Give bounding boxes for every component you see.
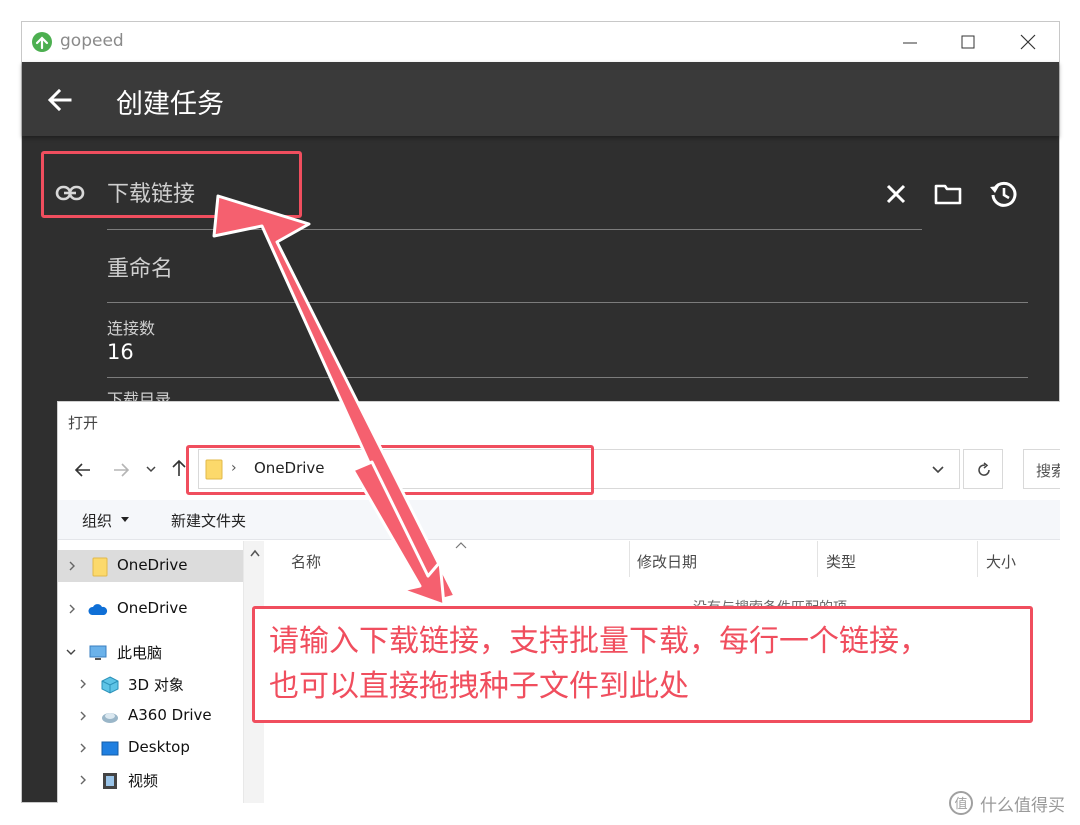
connections-underline [107, 377, 1028, 378]
chevron-right-icon[interactable] [77, 773, 89, 787]
computer-icon [89, 645, 107, 660]
annotation-highlight-address-bar [186, 445, 594, 495]
dialog-title: 打开 [68, 414, 99, 432]
page-title: 创建任务 [116, 89, 224, 120]
chevron-right-icon[interactable] [66, 602, 78, 616]
column-header-modified[interactable]: 修改日期 [637, 551, 697, 572]
tree-item-onedrive-folder[interactable]: OneDrive [58, 550, 243, 582]
history-icon[interactable] [987, 178, 1019, 210]
tree-item-desktop[interactable]: Desktop [58, 732, 243, 764]
refresh-button[interactable] [963, 449, 1003, 489]
chevron-right-icon[interactable] [77, 677, 89, 691]
tree-item-pictures[interactable]: 图片 [58, 796, 243, 803]
connections-value[interactable]: 16 [107, 340, 134, 364]
dialog-toolbar: 组织 新建文件夹 [58, 500, 1060, 540]
rename-underline [107, 302, 1028, 303]
tree-item-label: 视频 [128, 772, 159, 790]
close-window-icon[interactable] [1015, 30, 1041, 54]
url-underline [107, 229, 922, 230]
svg-text:值: 值 [954, 796, 967, 812]
tree-item-label: Desktop [128, 738, 190, 756]
organize-button[interactable]: 组织 [82, 510, 112, 531]
column-header-size[interactable]: 大小 [986, 551, 1016, 572]
column-header-name[interactable]: 名称 [291, 551, 321, 572]
search-box[interactable]: 搜索 [1023, 449, 1060, 489]
tree-item-videos[interactable]: 视频 [58, 764, 243, 796]
tree-item-label: A360 Drive [128, 706, 212, 724]
minimize-icon[interactable] [897, 30, 923, 54]
folder-icon [92, 557, 108, 577]
annotation-text-line1: 请输入下载链接，支持批量下载，每行一个链接， [269, 624, 929, 659]
gopeed-logo-icon [32, 32, 52, 52]
back-arrow-icon[interactable] [44, 84, 76, 116]
desktop-icon [101, 741, 119, 756]
annotation-highlight-url-field [41, 151, 302, 218]
tree-item-onedrive-cloud[interactable]: OneDrive [58, 593, 243, 625]
new-folder-button[interactable]: 新建文件夹 [171, 510, 246, 531]
column-separator[interactable] [977, 541, 978, 577]
watermark-logo-icon: 值 [949, 791, 973, 815]
folder-icon[interactable] [933, 180, 963, 208]
column-header-type[interactable]: 类型 [826, 551, 856, 572]
column-separator[interactable] [817, 541, 818, 577]
refresh-icon [978, 462, 990, 476]
tree-item-3d-objects[interactable]: 3D 对象 [58, 668, 243, 700]
chevron-right-icon[interactable] [66, 559, 78, 573]
rename-input[interactable] [107, 252, 607, 286]
chevron-right-icon[interactable] [77, 741, 89, 755]
tree-item-label: 此电脑 [117, 644, 163, 662]
annotation-callout: 请输入下载链接，支持批量下载，每行一个链接， 也可以直接拖拽种子文件到此处 [252, 606, 1033, 723]
column-separator[interactable] [629, 541, 630, 577]
annotation-text-line2: 也可以直接拖拽种子文件到此处 [269, 669, 689, 704]
window-title: gopeed [60, 31, 124, 51]
nav-back-icon[interactable] [72, 459, 94, 481]
drive-icon [102, 713, 118, 723]
tree-item-label: 3D 对象 [128, 676, 184, 694]
tree-item-label: 图片 [128, 802, 158, 803]
cloud-icon [88, 604, 108, 615]
recent-locations-chevron-icon[interactable] [144, 462, 158, 476]
tree-item-a360-drive[interactable]: A360 Drive [58, 700, 243, 732]
video-icon [103, 773, 117, 789]
sort-ascending-icon [455, 542, 467, 549]
address-dropdown-icon[interactable] [931, 464, 945, 476]
chevron-down-icon[interactable] [65, 645, 77, 659]
window-titlebar: gopeed [22, 22, 1059, 62]
watermark-text: 什么值得买 [980, 796, 1065, 816]
caret-down-icon[interactable] [120, 516, 130, 524]
maximize-icon[interactable] [955, 30, 981, 54]
nav-forward-icon[interactable] [110, 459, 132, 481]
cube-icon [101, 676, 119, 694]
clear-icon[interactable] [882, 180, 910, 208]
connections-label: 连接数 [107, 319, 156, 338]
tree-item-this-pc[interactable]: 此电脑 [58, 636, 243, 668]
tree-item-label: OneDrive [117, 556, 188, 574]
navigation-pane: OneDrive OneDrive 此电脑 3D 对象 A360 Drive D… [58, 541, 243, 803]
scroll-up-icon[interactable] [250, 549, 260, 557]
chevron-right-icon[interactable] [77, 709, 89, 723]
tree-item-label: OneDrive [117, 599, 188, 617]
app-bar: 创建任务 [22, 62, 1059, 136]
